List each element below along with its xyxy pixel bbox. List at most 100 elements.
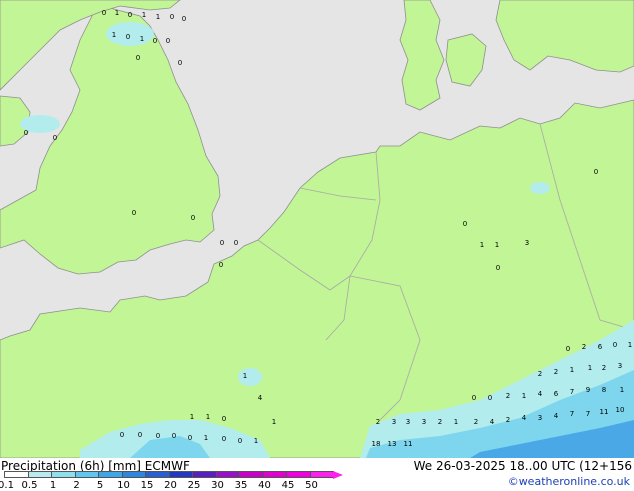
precip-cell-france — [238, 368, 262, 386]
station-value: 2 — [538, 370, 542, 378]
station-value: 2 — [602, 364, 606, 372]
station-value: 1 — [480, 241, 484, 249]
station-value: 0 — [132, 209, 136, 217]
station-value: 1 — [190, 413, 194, 421]
land-denmark — [399, 0, 445, 111]
legend-swatch — [262, 471, 287, 478]
credit-link[interactable]: ©weatheronline.co.uk — [508, 475, 630, 488]
station-value: 0 — [613, 341, 617, 349]
station-value: 0 — [170, 13, 174, 21]
precipitation-map: 0 1 0 1 1 0 01 0 1 0 00000000 0001 1 3000 2 6 0 1411 1 00 0 0… — [0, 0, 634, 458]
precip-cell-germany — [530, 182, 550, 194]
legend-label: 0.1 — [0, 480, 14, 491]
station-value: 9 — [586, 386, 590, 394]
station-value: 1 — [628, 341, 632, 349]
station-value: 4 — [554, 412, 559, 420]
station-value: 0 — [102, 9, 106, 17]
station-value: 0 — [136, 54, 140, 62]
legend-label: 5 — [96, 480, 104, 491]
station-value: 4 — [490, 418, 495, 426]
station-value: 4 — [538, 390, 543, 398]
station-value: 0 — [24, 129, 28, 137]
station-value: 1 — [620, 386, 624, 394]
legend-label: 2 — [73, 480, 80, 491]
station-value: 0 — [234, 239, 238, 247]
station-value: 0 — [238, 437, 242, 445]
legend-label: 0.5 — [21, 480, 38, 491]
station-value: 4 — [522, 414, 527, 422]
legend-swatch — [74, 471, 99, 478]
station-value: 3 — [538, 414, 542, 422]
station-value: 2 — [554, 368, 558, 376]
color-scale: 0.1 0.5 1 2 5 10 15 20 25 30 35 40 45 50 — [0, 471, 343, 491]
station-value: 1 — [142, 11, 146, 19]
station-value: 1 — [204, 434, 208, 442]
legend-label: 25 — [187, 480, 201, 491]
station-value: 0 — [220, 239, 224, 247]
station-value: 1 — [454, 418, 458, 426]
legend-label: 10 — [117, 480, 130, 491]
station-value: 13 — [388, 440, 397, 448]
station-value: 0 — [566, 345, 570, 353]
station-value: 0 — [126, 33, 130, 41]
station-value: 3 — [618, 362, 622, 370]
station-value: 1 — [570, 366, 574, 374]
station-value: 0 — [219, 261, 223, 269]
legend-label: 20 — [164, 480, 177, 491]
footer: Precipitation (6h) [mm] ECMWF We 26-03-2… — [0, 458, 634, 491]
legend-label: 45 — [281, 480, 295, 491]
station-value: 3 — [392, 418, 396, 426]
station-value: 1 — [588, 364, 592, 372]
station-value: 11 — [600, 408, 609, 416]
station-value: 7 — [586, 410, 590, 418]
legend-swatch — [51, 471, 76, 478]
station-value: 2 — [506, 416, 510, 424]
legend-swatch — [215, 471, 240, 478]
station-value: 0 — [472, 394, 476, 402]
station-value: 6 — [598, 343, 603, 351]
legend-swatch — [98, 471, 123, 478]
station-value: 1 — [522, 392, 526, 400]
legend-label: 40 — [258, 480, 271, 491]
station-value: 1 — [495, 241, 499, 249]
station-value: 0 — [222, 435, 226, 443]
station-value: 0 — [496, 264, 500, 272]
legend-swatch — [192, 471, 217, 478]
station-value: 11 — [404, 440, 413, 448]
station-value: 0 — [166, 37, 170, 45]
station-value: 1 — [115, 9, 119, 17]
legend-label: 35 — [234, 480, 248, 491]
station-value: 10 — [616, 406, 625, 414]
station-value: 0 — [488, 394, 492, 402]
station-value: 8 — [602, 386, 606, 394]
station-value: 2 — [474, 418, 478, 426]
station-value: 0 — [153, 37, 157, 45]
station-value: 1 — [140, 35, 144, 43]
station-value: 7 — [570, 410, 574, 418]
legend-label: 30 — [211, 480, 224, 491]
station-value: 0 — [594, 168, 598, 176]
station-value: 1 — [272, 418, 276, 426]
station-value: 0 — [138, 431, 142, 439]
station-value: 3 — [406, 418, 410, 426]
valid-time: We 26-03-2025 18..00 UTC (12+156 — [413, 459, 632, 473]
station-value: 0 — [463, 220, 467, 228]
station-value: 0 — [156, 432, 160, 440]
legend-arrow — [333, 471, 343, 479]
station-value: 18 — [372, 440, 381, 448]
station-value: 2 — [582, 343, 586, 351]
station-value: 0 — [172, 432, 176, 440]
legend-swatch — [145, 471, 170, 478]
station-value: 7 — [570, 388, 574, 396]
station-value: 6 — [554, 390, 559, 398]
station-value: 4 — [258, 394, 263, 402]
legend-swatch — [121, 471, 146, 478]
station-value: 1 — [243, 372, 247, 380]
station-value: 0 — [53, 134, 57, 142]
legend-swatch — [168, 471, 193, 478]
legend-label: 50 — [305, 480, 318, 491]
station-value: 2 — [506, 392, 510, 400]
station-value: 2 — [438, 418, 442, 426]
station-value: 1 — [206, 413, 210, 421]
legend-label: 15 — [140, 480, 154, 491]
